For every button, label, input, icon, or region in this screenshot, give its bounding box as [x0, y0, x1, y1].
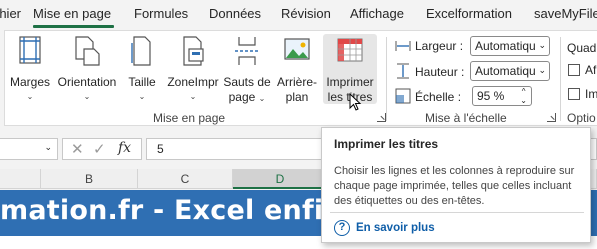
- sauts-de-page-label-1: Sauts de: [223, 75, 271, 89]
- sauts-de-page-label-2: page ⌄: [228, 90, 266, 104]
- confirm-icon[interactable]: ✓: [93, 140, 106, 158]
- chevron-down-icon: ⌄: [26, 92, 34, 101]
- group-label-mise-en-page: Mise en page: [153, 111, 226, 125]
- print-titles-icon: [337, 38, 363, 62]
- page-break-icon: [235, 37, 259, 65]
- marges-label: Marges: [9, 75, 50, 89]
- largeur-label: Largeur :: [415, 39, 464, 53]
- echelle-spinner[interactable]: 95 % ^ ⌄: [472, 86, 532, 106]
- chevron-down-icon: ⌄: [138, 92, 146, 101]
- tab-savemyfile[interactable]: saveMyFile: [534, 6, 597, 21]
- column-header-c[interactable]: C: [138, 169, 233, 189]
- tab-mise-en-page[interactable]: Mise en page: [33, 6, 111, 21]
- hauteur-label: Hauteur :: [415, 65, 465, 79]
- cancel-icon[interactable]: ✕: [71, 140, 84, 158]
- arriere-plan-button[interactable]: Arrière- plan: [275, 35, 319, 105]
- marges-button[interactable]: Marges ⌄: [7, 35, 53, 105]
- tooltip-imprimer-titres: Imprimer les titres Choisir les lignes e…: [321, 127, 591, 243]
- learn-more-link[interactable]: En savoir plus: [356, 222, 435, 234]
- group-label-options: Optio: [567, 111, 596, 125]
- tab-affichage[interactable]: Affichage: [350, 6, 404, 21]
- tab-revision[interactable]: Révision: [281, 6, 331, 21]
- echelle-label: Échelle :: [415, 90, 462, 104]
- mise-a-echelle-launcher-icon[interactable]: [547, 113, 556, 122]
- mouse-cursor-icon: [349, 93, 362, 111]
- height-icon: [397, 63, 409, 79]
- chevron-down-icon: ⌄: [538, 65, 546, 75]
- formula-buttons: ✕ ✓ fx: [62, 138, 142, 160]
- arriere-plan-label-1: Arrière-: [276, 75, 317, 89]
- taille-label: Taille: [128, 75, 156, 89]
- background-image-icon: [284, 38, 310, 60]
- active-tab-indicator: [33, 25, 114, 28]
- tab-formules[interactable]: Formules: [134, 6, 188, 21]
- column-header-b[interactable]: B: [41, 169, 138, 189]
- imprimer-label: Im: [585, 87, 597, 101]
- chevron-down-icon[interactable]: ⌄: [44, 142, 52, 153]
- tab-fichier[interactable]: Fichier: [0, 6, 21, 21]
- largeur-select[interactable]: Automatiqu ⌄: [470, 36, 550, 56]
- afficher-checkbox[interactable]: [568, 64, 580, 76]
- mise-en-page-launcher-icon[interactable]: [377, 113, 386, 122]
- spinner-arrows-icon[interactable]: ^ ⌄: [520, 87, 527, 105]
- hauteur-select[interactable]: Automatiqu ⌄: [470, 61, 550, 81]
- print-area-icon: [183, 36, 204, 66]
- insert-function-icon[interactable]: fx: [118, 140, 131, 156]
- group-separator: [386, 37, 387, 121]
- chevron-down-icon: ⌄: [189, 92, 197, 101]
- zone-impression-label: ZoneImpr: [167, 75, 219, 89]
- orientation-button[interactable]: Orientation ⌄: [55, 35, 119, 105]
- tooltip-title: Imprimer les titres: [334, 137, 439, 151]
- scale-icon: [395, 88, 411, 104]
- quadrillage-label: Quadr: [567, 41, 597, 55]
- help-icon[interactable]: ?: [334, 220, 350, 236]
- margins-icon: [19, 36, 41, 64]
- tooltip-separator: [330, 212, 584, 213]
- column-header-d[interactable]: D: [233, 169, 328, 189]
- orientation-label: Orientation: [57, 75, 117, 89]
- page-size-icon: [131, 36, 151, 66]
- imprimer-checkbox[interactable]: [568, 88, 580, 100]
- tab-excelformation[interactable]: Excelformation: [426, 6, 512, 21]
- column-header-a[interactable]: [0, 169, 41, 189]
- name-box[interactable]: ⌄: [0, 138, 58, 160]
- orientation-icon: [75, 36, 100, 66]
- chevron-down-icon: ⌄: [538, 40, 546, 50]
- afficher-label: Af: [585, 63, 597, 77]
- zone-impression-button[interactable]: ZoneImpr ⌄: [163, 35, 223, 105]
- ribbon-panel: Marges ⌄ Orientation ⌄ Taille ⌄ ZoneImpr…: [4, 30, 597, 126]
- arriere-plan-label-2: plan: [285, 90, 309, 104]
- group-separator: [560, 37, 561, 121]
- imprimer-titres-label-1: Imprimer: [326, 75, 374, 89]
- taille-button[interactable]: Taille ⌄: [125, 35, 159, 105]
- ribbon-tabs: Fichier Mise en page Formules Données Ré…: [0, 0, 597, 30]
- tooltip-body: Choisir les lignes et les colonnes à rep…: [334, 165, 575, 207]
- width-icon: [395, 41, 411, 51]
- group-label-mise-a-echelle: Mise à l'échelle: [425, 111, 507, 125]
- banner-text: mation.fr - Excel enfin à: [0, 195, 371, 226]
- chevron-down-icon: ⌄: [83, 92, 91, 101]
- sauts-de-page-button[interactable]: Sauts de page ⌄: [223, 35, 271, 105]
- tab-donnees[interactable]: Données: [209, 6, 261, 21]
